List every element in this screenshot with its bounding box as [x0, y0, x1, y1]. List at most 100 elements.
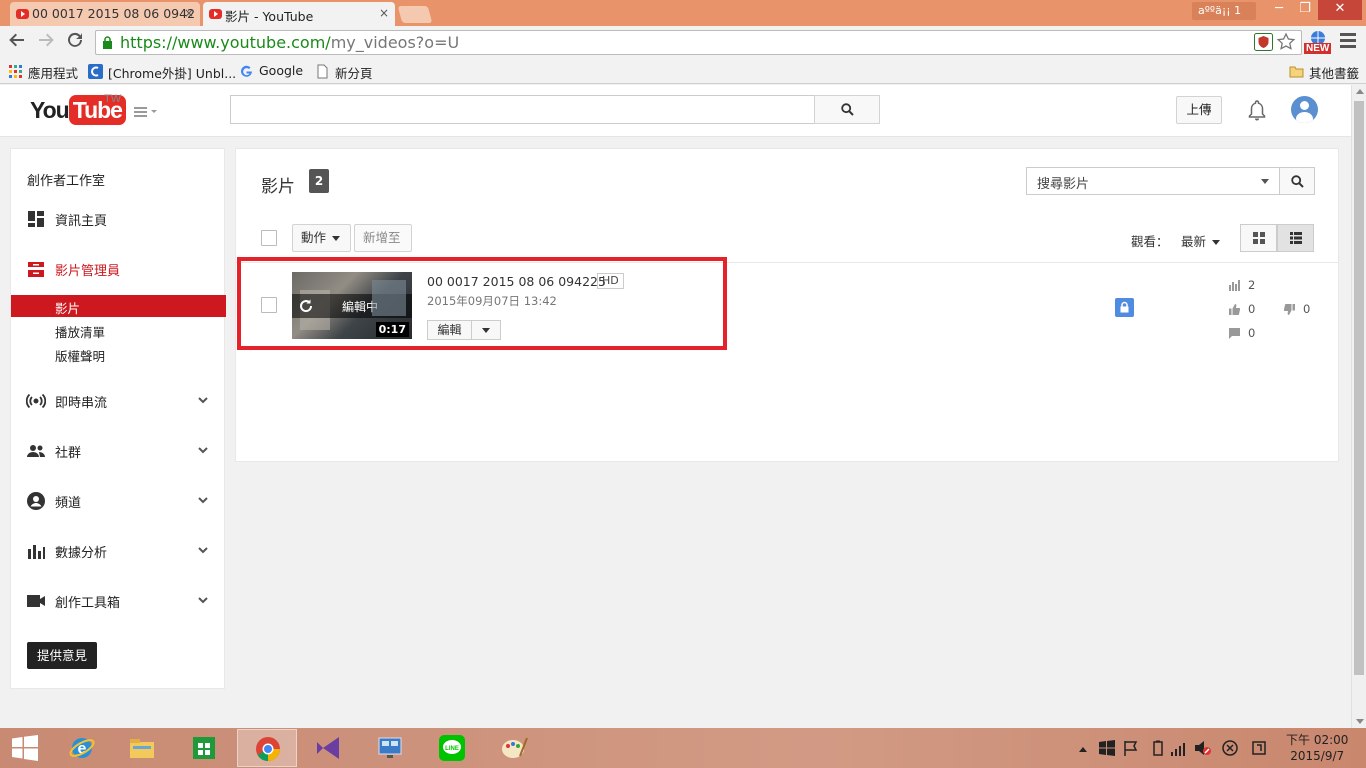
bookmark-apps[interactable]: 應用程式 [8, 63, 78, 81]
grid-view-toggle[interactable] [1240, 224, 1277, 252]
sidebar-item-analytics[interactable]: 數據分析 [11, 536, 224, 566]
sidebar-item-channel[interactable]: 頻道 [11, 486, 224, 516]
taskbar-file-explorer[interactable] [112, 729, 172, 767]
taskbar-clock[interactable]: 下午 02:00 2015/9/7 [1286, 732, 1348, 764]
sidebar-item-label: 創作工具箱 [55, 596, 121, 611]
new-tab-button[interactable] [397, 6, 433, 23]
tab-close-icon[interactable]: × [184, 6, 194, 20]
close-window-button[interactable]: ✕ [1318, 0, 1362, 20]
taskbar-paint[interactable] [484, 729, 544, 767]
sidebar-item-live-streaming[interactable]: 即時串流 [11, 386, 224, 416]
search-input[interactable] [230, 95, 815, 124]
bookmark-new-tab[interactable]: 新分頁 [315, 63, 373, 81]
browser-tab-inactive[interactable]: 00 0017 2015 08 06 0942 × [10, 2, 200, 26]
url-path: my_videos?o=U [330, 33, 460, 52]
sidebar-subitem-playlists[interactable]: 播放清單 [11, 319, 226, 341]
logo-region: TW [104, 93, 122, 105]
feedback-button[interactable]: 提供意見 [27, 642, 97, 669]
sidebar-subitem-videos[interactable]: 影片 [11, 295, 226, 317]
chevron-down-icon [198, 447, 208, 454]
page-scrollbar[interactable] [1351, 85, 1366, 728]
sidebar-subitem-copyright[interactable]: 版權聲明 [11, 343, 226, 365]
maximize-button[interactable]: ❐ [1292, 0, 1318, 20]
taskbar-chrome[interactable] [237, 729, 297, 767]
other-bookmarks[interactable]: 其他書籤 [1289, 63, 1359, 81]
notification-bell-icon[interactable] [1247, 99, 1267, 121]
bookmark-google[interactable]: Google [239, 63, 303, 81]
thumbs-up-icon [1229, 304, 1240, 315]
video-search-input[interactable]: 搜尋影片 [1026, 167, 1280, 195]
scroll-up-arrow-icon[interactable] [1356, 89, 1364, 94]
taskbar-store[interactable] [174, 729, 234, 767]
battery-icon[interactable] [1152, 740, 1164, 756]
actions-button[interactable]: 動作 [292, 224, 351, 252]
taskbar-remote-desktop[interactable] [360, 729, 420, 767]
tab-close-icon[interactable]: × [379, 6, 389, 20]
back-arrow-icon[interactable] [6, 31, 28, 53]
folder-icon [1289, 66, 1304, 78]
browser-user-badge[interactable]: aººä¡¡ 1 [1192, 2, 1256, 20]
tray-expand-icon[interactable] [1078, 742, 1088, 756]
scrollbar-thumb[interactable] [1354, 101, 1364, 675]
svg-text:LINE: LINE [445, 746, 459, 752]
search-icon [1291, 175, 1304, 188]
scroll-down-arrow-icon[interactable] [1356, 719, 1364, 724]
video-manager-icon [28, 262, 44, 277]
windows-tray-icon[interactable] [1099, 740, 1115, 756]
sort-select[interactable]: 最新 [1181, 231, 1221, 250]
bookmark-chrome-unblock[interactable]: [Chrome外掛] Unbl... [88, 63, 236, 81]
sidebar-item-label: 即時串流 [55, 396, 108, 411]
youtube-logo[interactable]: You Tube TW [30, 93, 126, 125]
apps-grid-icon [9, 65, 22, 78]
taskbar-line[interactable]: LINE [422, 729, 482, 767]
chevron-down-icon [198, 547, 208, 554]
reload-icon[interactable] [64, 31, 86, 53]
select-all-checkbox[interactable] [261, 230, 277, 246]
taskbar-ie[interactable]: e [52, 729, 112, 767]
video-search-button[interactable] [1279, 167, 1315, 195]
new-extension-icon[interactable]: NEW [1303, 30, 1333, 56]
video-search-placeholder: 搜尋影片 [1037, 177, 1090, 192]
sidebar-title[interactable]: 創作者工作室 [27, 170, 105, 189]
bookmark-star-icon[interactable] [1276, 32, 1296, 52]
signal-icon[interactable] [1170, 740, 1188, 756]
chevron-down-icon [198, 497, 208, 504]
chrome-menu-icon[interactable] [1340, 33, 1356, 51]
account-avatar[interactable] [1291, 96, 1318, 123]
list-view-toggle[interactable] [1277, 224, 1314, 252]
thumbs-down-icon [1284, 304, 1295, 315]
other-bookmarks-label: 其他書籤 [1309, 66, 1360, 81]
volume-muted-icon[interactable] [1194, 740, 1212, 756]
add-to-button[interactable]: 新增至 [354, 224, 412, 252]
privacy-lock-icon[interactable] [1115, 298, 1134, 317]
browser-tab-active[interactable]: 影片 - YouTube × [203, 2, 395, 28]
taskbar-visual-studio[interactable] [298, 729, 358, 767]
action-center-flag-icon[interactable] [1123, 740, 1139, 756]
close-circle-icon[interactable] [1222, 740, 1238, 756]
sidebar-item-community[interactable]: 社群 [11, 436, 224, 466]
analytics-icon [28, 545, 45, 559]
create-icon [27, 595, 45, 607]
bookmark-label: 應用程式 [28, 66, 79, 81]
forward-arrow-icon[interactable] [35, 31, 57, 53]
views-bars-icon [1229, 280, 1240, 291]
search-button[interactable] [814, 95, 880, 124]
notification-icon[interactable] [1251, 740, 1267, 756]
bookmark-label: 新分頁 [335, 66, 373, 81]
shield-extension-icon[interactable] [1254, 33, 1273, 51]
sidebar-item-create[interactable]: 創作工具箱 [11, 586, 224, 616]
start-button[interactable] [0, 729, 50, 767]
sidebar-item-dashboard[interactable]: 資訊主頁 [11, 204, 224, 234]
upload-button[interactable]: 上傳 [1176, 96, 1222, 124]
dislikes-count: 0 [1303, 302, 1311, 316]
creator-studio-sidebar: 創作者工作室 資訊主頁 影片管理員 影片 播放清單 版權聲明 即時串流 社群 頻… [10, 148, 226, 689]
address-bar[interactable]: https://www.youtube.com/my_videos?o=U [95, 30, 1302, 55]
guide-menu-icon[interactable] [134, 107, 158, 119]
highlight-annotation-box [237, 257, 727, 350]
sidebar-item-video-manager[interactable]: 影片管理員 [11, 254, 224, 284]
search-filter-dropdown-icon[interactable] [1261, 179, 1269, 184]
browser-title-bar: 00 0017 2015 08 06 0942 × 影片 - YouTube ×… [0, 0, 1366, 28]
video-count-badge: 2 [309, 169, 329, 193]
minimize-button[interactable]: ─ [1266, 0, 1292, 20]
windows-taskbar: e LINE 下午 02:00 2015/9/7 [0, 728, 1366, 768]
